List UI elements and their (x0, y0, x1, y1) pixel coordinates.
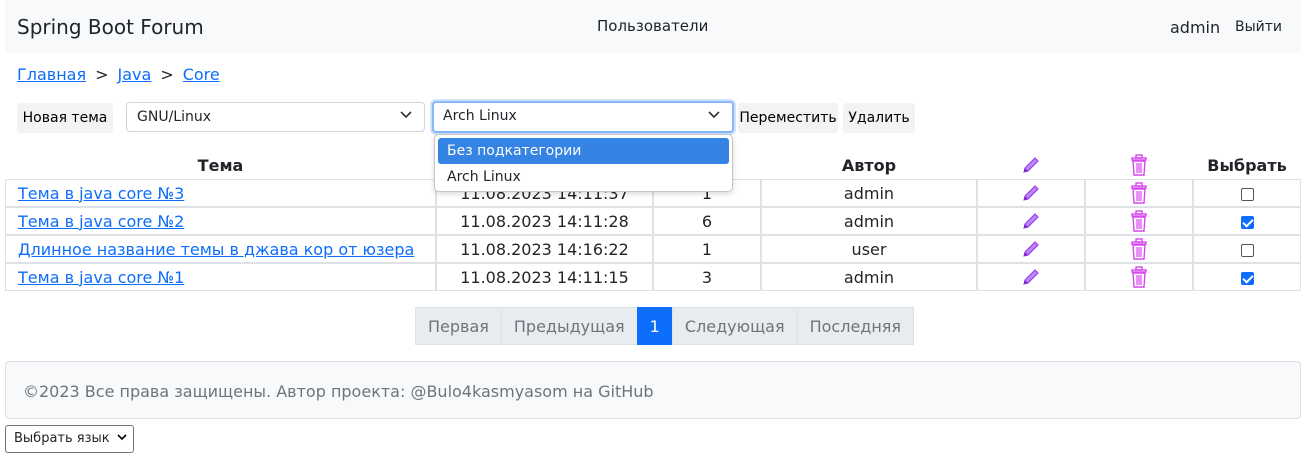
breadcrumb-core[interactable]: Core (183, 65, 220, 84)
navbar: Spring Boot Forum Пользователи admin Вый… (5, 0, 1301, 53)
footer-text: ©2023 Все права защищены. Автор проекта:… (23, 382, 654, 401)
topic-cell: Тема в java core №1 (5, 263, 436, 291)
pencil-icon[interactable] (1021, 183, 1041, 202)
breadcrumb: Главная > Java > Core (17, 65, 220, 84)
count-cell: 3 (653, 263, 761, 291)
dropdown-option-arch-linux[interactable]: Arch Linux (438, 164, 729, 190)
page-first[interactable]: Первая (415, 307, 502, 345)
pencil-icon[interactable] (1021, 211, 1041, 230)
edit-cell (977, 179, 1085, 207)
select-checkbox[interactable] (1240, 243, 1254, 257)
chevron-down-icon (708, 108, 720, 126)
header-delete (1085, 151, 1193, 179)
page-last[interactable]: Последняя (796, 307, 915, 345)
select-cell (1193, 263, 1301, 291)
delete-cell (1085, 235, 1193, 263)
trash-icon[interactable] (1129, 238, 1149, 260)
count-cell: 6 (653, 207, 761, 235)
topic-link[interactable]: Длинное название темы в джава кор от юзе… (18, 240, 414, 259)
topic-link[interactable]: Тема в java core №3 (18, 184, 184, 203)
topic-link[interactable]: Тема в java core №2 (18, 212, 184, 231)
table-row: Длинное название темы в джава кор от юзе… (5, 235, 1301, 263)
edit-cell (977, 207, 1085, 235)
select-checkbox[interactable] (1240, 215, 1254, 229)
new-topic-button[interactable]: Новая тема (17, 103, 113, 133)
breadcrumb-separator: > (95, 65, 109, 84)
move-button[interactable]: Переместить (738, 103, 838, 133)
author-cell: admin (761, 207, 977, 235)
language-select-value: Выбрать язык (14, 431, 110, 446)
chevron-down-icon (400, 108, 412, 126)
topic-link[interactable]: Тема в java core №1 (18, 268, 184, 287)
header-select: Выбрать (1207, 155, 1287, 175)
page-current[interactable]: 1 (636, 307, 673, 345)
username-label[interactable]: admin (1170, 18, 1220, 37)
category-select-value: GNU/Linux (137, 109, 212, 125)
subcategory-select[interactable]: Arch Linux (432, 101, 734, 133)
delete-button[interactable]: Удалить (843, 103, 915, 133)
page-prev[interactable]: Предыдущая (500, 307, 638, 345)
brand-title[interactable]: Spring Boot Forum (17, 15, 204, 39)
breadcrumb-java[interactable]: Java (118, 65, 152, 84)
trash-icon[interactable] (1129, 210, 1149, 232)
page-next[interactable]: Следующая (671, 307, 798, 345)
select-checkbox[interactable] (1240, 187, 1254, 201)
chevron-down-icon (117, 431, 127, 446)
dropdown-option-no-subcategory[interactable]: Без подкатегории (438, 138, 729, 164)
logout-button[interactable]: Выйти (1235, 19, 1282, 35)
category-select[interactable]: GNU/Linux (126, 102, 425, 132)
count-cell: 1 (653, 235, 761, 263)
breadcrumb-separator: > (160, 65, 174, 84)
header-topic: Тема (197, 155, 244, 175)
topic-cell: Тема в java core №3 (5, 179, 436, 207)
users-link[interactable]: Пользователи (597, 17, 708, 35)
delete-cell (1085, 179, 1193, 207)
trash-icon[interactable] (1129, 266, 1149, 288)
topic-cell: Тема в java core №2 (5, 207, 436, 235)
subcategory-dropdown: Без подкатегории Arch Linux (434, 134, 733, 192)
delete-cell (1085, 207, 1193, 235)
pencil-icon[interactable] (1021, 239, 1041, 258)
select-checkbox[interactable] (1240, 271, 1254, 285)
delete-cell (1085, 263, 1193, 291)
trash-icon (1129, 154, 1149, 176)
select-cell (1193, 207, 1301, 235)
table-row: Тема в java core №1 11.08.2023 14:11:15 3 a… (5, 263, 1301, 291)
trash-icon[interactable] (1129, 182, 1149, 204)
select-cell (1193, 235, 1301, 263)
header-author: Автор (841, 155, 897, 175)
select-cell (1193, 179, 1301, 207)
breadcrumb-home[interactable]: Главная (17, 65, 86, 84)
date-cell: 11.08.2023 14:11:28 (436, 207, 653, 235)
pencil-icon[interactable] (1021, 267, 1041, 286)
language-select[interactable]: Выбрать язык (5, 425, 134, 453)
topic-cell: Длинное название темы в джава кор от юзе… (5, 235, 436, 263)
pagination: Первая Предыдущая 1 Следующая Последняя (415, 307, 915, 345)
table-row: Тема в java core №2 11.08.2023 14:11:28 6 a… (5, 207, 1301, 235)
author-cell: admin (761, 179, 977, 207)
edit-cell (977, 263, 1085, 291)
footer: ©2023 Все права защищены. Автор проекта:… (5, 361, 1301, 419)
author-cell: admin (761, 263, 977, 291)
author-cell: user (761, 235, 977, 263)
subcategory-select-value: Arch Linux (443, 108, 517, 124)
pencil-icon (1021, 155, 1041, 174)
date-cell: 11.08.2023 14:11:15 (436, 263, 653, 291)
header-edit (977, 151, 1085, 179)
date-cell: 11.08.2023 14:16:22 (436, 235, 653, 263)
edit-cell (977, 235, 1085, 263)
